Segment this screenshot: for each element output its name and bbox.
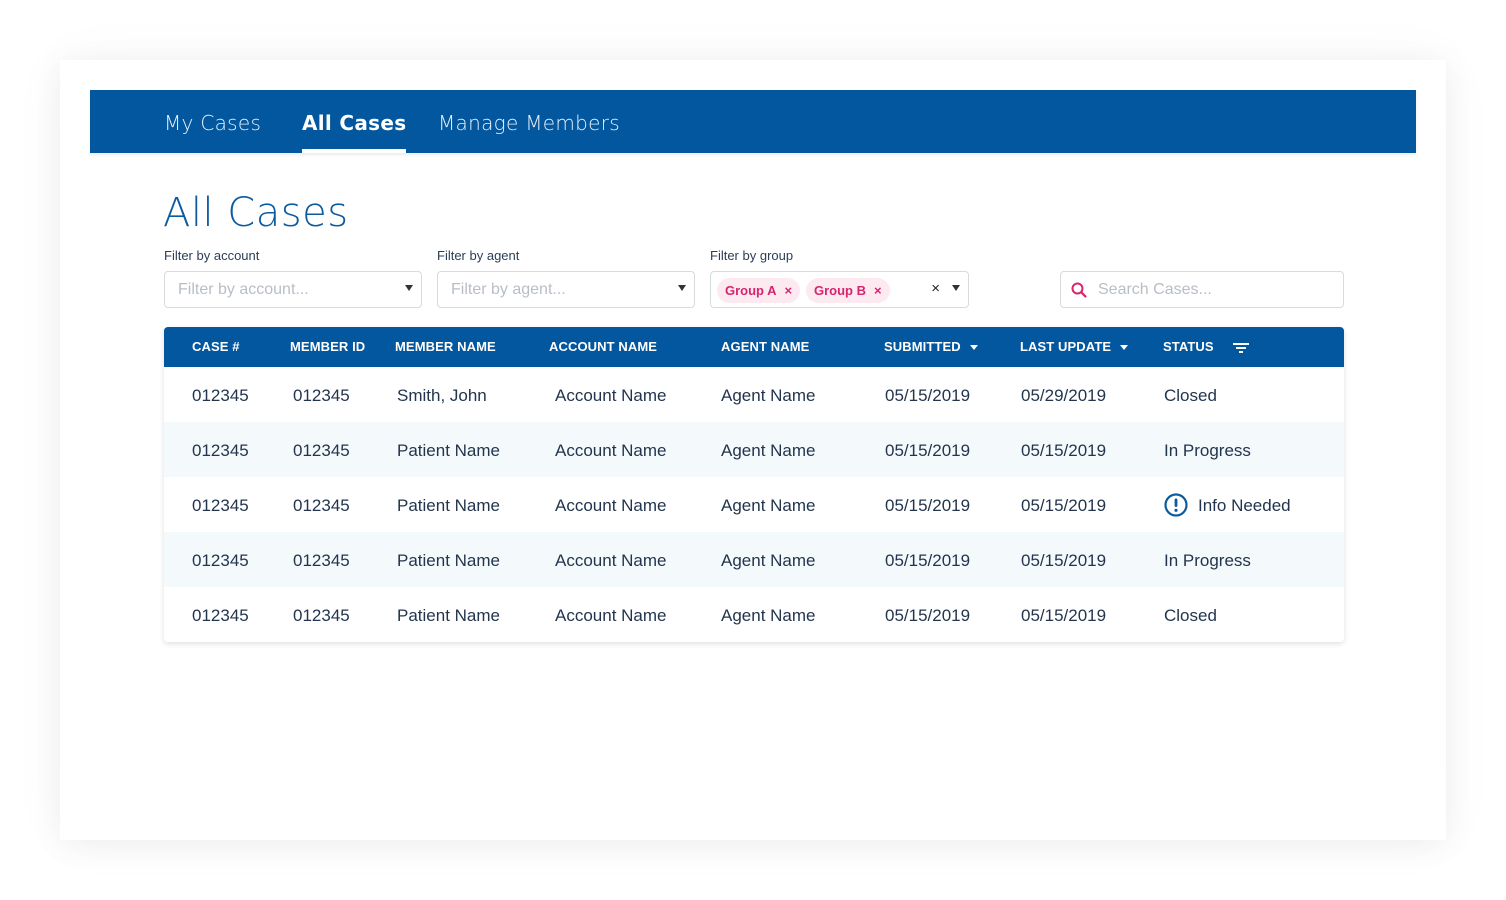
search-box	[1060, 271, 1344, 308]
table-row[interactable]: 012345 012345 Patient Name Account Name …	[164, 532, 1344, 587]
cell-status: Closed	[1164, 606, 1217, 625]
chip-label: Group A	[725, 283, 777, 298]
cell-account-name: Account Name	[555, 386, 667, 405]
status-text: Info Needed	[1198, 496, 1291, 515]
cell-last-update: 05/15/2019	[1021, 496, 1107, 515]
cell-agent-name: Agent Name	[721, 441, 816, 460]
page-title: All Cases	[163, 190, 349, 236]
table-row[interactable]: 012345 012345 Patient Name Account Name …	[164, 477, 1344, 532]
cell-member-name: Patient Name	[397, 551, 500, 570]
cases-table: CASE # MEMBER ID MEMBER NAME ACCOUNT NAM…	[164, 327, 1344, 642]
tab-all-cases[interactable]: All Cases	[302, 90, 407, 153]
col-submitted[interactable]: SUBMITTED	[884, 327, 978, 367]
table-row[interactable]: 012345 012345 Smith, John Account Name A…	[164, 367, 1344, 422]
col-member-name[interactable]: MEMBER NAME	[395, 327, 496, 367]
chip-label: Group B	[814, 283, 866, 298]
col-case-number[interactable]: CASE #	[192, 327, 240, 367]
cell-case-number: 012345	[192, 551, 249, 570]
caret-down-icon[interactable]	[405, 285, 413, 291]
cell-account-name: Account Name	[555, 606, 667, 625]
cell-case-number: 012345	[192, 496, 249, 515]
cell-agent-name: Agent Name	[721, 551, 816, 570]
filter-account-select[interactable]: Filter by account...	[164, 271, 422, 308]
cell-member-id: 012345	[293, 496, 350, 515]
col-status[interactable]: STATUS	[1163, 327, 1250, 367]
tab-manage-members[interactable]: Manage Members	[438, 90, 620, 153]
cell-account-name: Account Name	[555, 441, 667, 460]
filter-group-label: Filter by group	[710, 248, 794, 263]
cell-member-name: Patient Name	[397, 606, 500, 625]
sort-down-icon[interactable]	[969, 345, 978, 351]
col-account-name[interactable]: ACCOUNT NAME	[549, 327, 657, 367]
cell-agent-name: Agent Name	[721, 496, 816, 515]
filter-agent-label: Filter by agent	[437, 248, 520, 263]
cell-case-number: 012345	[192, 606, 249, 625]
sort-down-icon[interactable]	[1120, 345, 1129, 351]
search-input[interactable]	[1098, 278, 1328, 302]
cell-agent-name: Agent Name	[721, 386, 816, 405]
col-last-update-label: LAST UPDATE	[1020, 339, 1112, 354]
cell-submitted: 05/15/2019	[885, 606, 971, 625]
cell-status: In Progress	[1164, 551, 1251, 570]
exclamation-circle-icon	[1164, 492, 1188, 517]
cell-last-update: 05/15/2019	[1021, 606, 1107, 625]
caret-down-icon[interactable]	[952, 285, 960, 291]
cell-last-update: 05/15/2019	[1021, 551, 1107, 570]
cell-submitted: 05/15/2019	[885, 551, 971, 570]
filter-agent-select[interactable]: Filter by agent...	[437, 271, 695, 308]
app-card: My Cases All Cases Manage Members All Ca…	[60, 60, 1446, 840]
cell-last-update: 05/15/2019	[1021, 441, 1107, 460]
cell-status: Info Needed	[1164, 477, 1291, 534]
cell-member-id: 012345	[293, 606, 350, 625]
filter-agent-placeholder: Filter by agent...	[451, 281, 566, 298]
cell-member-name: Patient Name	[397, 441, 500, 460]
col-last-update[interactable]: LAST UPDATE	[1020, 327, 1129, 367]
cell-member-id: 012345	[293, 551, 350, 570]
cell-case-number: 012345	[192, 386, 249, 405]
remove-chip-icon[interactable]: ×	[874, 283, 882, 298]
col-agent-name[interactable]: AGENT NAME	[721, 327, 809, 367]
col-submitted-label: SUBMITTED	[884, 339, 961, 354]
col-status-label: STATUS	[1163, 339, 1214, 354]
cell-account-name: Account Name	[555, 551, 667, 570]
group-chip: Group A ×	[717, 278, 801, 303]
cell-member-name: Smith, John	[397, 386, 487, 405]
cell-status: In Progress	[1164, 441, 1251, 460]
search-icon	[1071, 282, 1087, 298]
col-member-id[interactable]: MEMBER ID	[290, 327, 365, 367]
cell-agent-name: Agent Name	[721, 606, 816, 625]
table-row[interactable]: 012345 012345 Patient Name Account Name …	[164, 422, 1344, 477]
filter-icon[interactable]	[1233, 342, 1250, 354]
cell-case-number: 012345	[192, 441, 249, 460]
cell-submitted: 05/15/2019	[885, 496, 971, 515]
group-chip: Group B ×	[806, 278, 890, 303]
filter-account-placeholder: Filter by account...	[178, 281, 309, 298]
cell-member-name: Patient Name	[397, 496, 500, 515]
tab-my-cases[interactable]: My Cases	[164, 90, 261, 153]
table-header: CASE # MEMBER ID MEMBER NAME ACCOUNT NAM…	[164, 327, 1344, 367]
cell-account-name: Account Name	[555, 496, 667, 515]
remove-chip-icon[interactable]: ×	[785, 283, 793, 298]
cell-submitted: 05/15/2019	[885, 441, 971, 460]
filter-group-select[interactable]: Group A × Group B × ×	[710, 271, 969, 308]
filter-account-label: Filter by account	[164, 248, 260, 263]
cell-submitted: 05/15/2019	[885, 386, 971, 405]
cell-last-update: 05/29/2019	[1021, 386, 1107, 405]
caret-down-icon[interactable]	[678, 285, 686, 291]
top-nav: My Cases All Cases Manage Members	[90, 90, 1416, 153]
clear-all-icon[interactable]: ×	[931, 280, 940, 297]
cell-member-id: 012345	[293, 441, 350, 460]
cell-status: Closed	[1164, 386, 1217, 405]
cell-member-id: 012345	[293, 386, 350, 405]
table-row[interactable]: 012345 012345 Patient Name Account Name …	[164, 587, 1344, 642]
